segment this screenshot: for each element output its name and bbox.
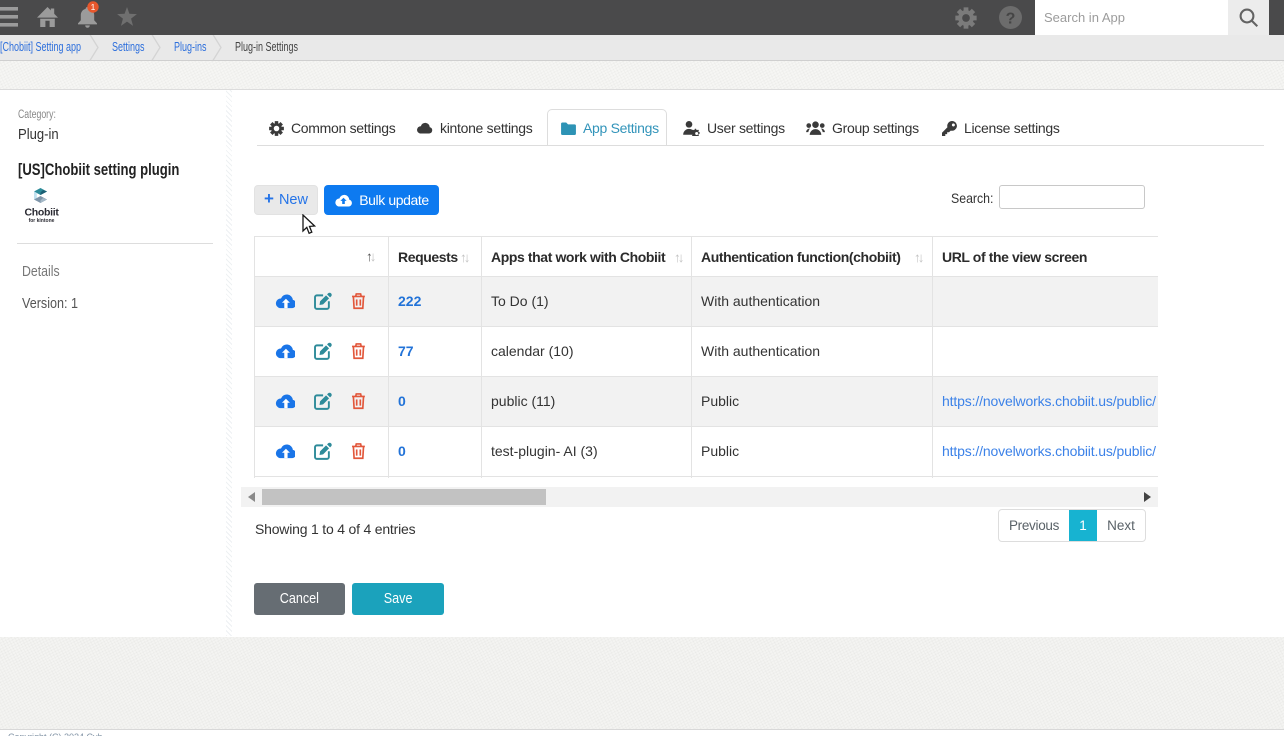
svg-text:1: 1 — [91, 2, 96, 12]
svg-text:?: ? — [1006, 11, 1016, 28]
svg-text:Chobiit: Chobiit — [24, 207, 59, 219]
svg-text:for kintone: for kintone — [29, 218, 55, 224]
